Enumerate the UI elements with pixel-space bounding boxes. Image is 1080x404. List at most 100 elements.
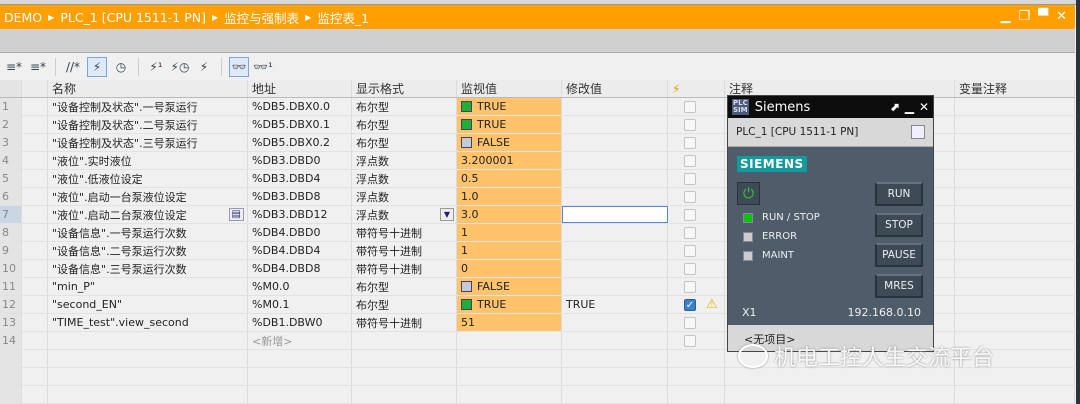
display-format[interactable]: 布尔型 [352,116,457,133]
tag-name[interactable]: "second_EN" [48,296,248,313]
modify-checkbox[interactable] [684,208,696,221]
tag-address[interactable]: %DB4.DBD0 [248,224,352,241]
modify-now-icon[interactable]: ⚡¹ [146,57,166,77]
restore-icon[interactable]: ❐ [1018,9,1030,24]
display-format[interactable]: 布尔型 [352,296,457,313]
modify-checkbox[interactable] [684,100,696,113]
add-row-icon[interactable]: ≡* [28,57,48,77]
tag-name[interactable]: "液位".启动一台泵液位设定 [48,188,248,205]
minimize-icon[interactable]: ▁ [1000,9,1010,24]
tag-address[interactable]: %DB1.DBW0 [248,314,352,331]
breadcrumb-folder[interactable]: 监控与强制表 [224,8,299,27]
tag-browse-icon[interactable]: ▤ [228,208,244,221]
header-address[interactable]: 地址 [248,80,352,97]
modify-value-input[interactable] [562,332,668,349]
tag-name[interactable]: "min_P" [48,278,248,295]
pause-button[interactable]: PAUSE [875,243,923,267]
tag-comment[interactable] [955,314,1075,331]
modify-checkbox[interactable] [684,244,696,257]
tag-comment[interactable] [955,152,1075,169]
tag-address[interactable]: %DB5.DBX0.1 [248,116,352,133]
tag-name[interactable]: "设备控制及状态".一号泵运行 [48,98,248,115]
display-format[interactable]: 带符号十进制 [352,242,457,259]
monitor-all-icon[interactable]: 👓 [229,57,249,77]
tag-address[interactable]: %DB3.DBD12 [248,206,352,223]
minimize-icon[interactable]: ▁ [905,100,914,114]
modify-value-input[interactable] [562,98,668,115]
tag-address[interactable]: %DB3.DBD4 [248,170,352,187]
tag-comment[interactable] [955,188,1075,205]
insert-row-icon[interactable]: ≡* [4,57,24,77]
tag-address[interactable]: %DB3.DBD8 [248,188,352,205]
tag-comment[interactable] [955,170,1075,187]
show-force-columns-icon[interactable]: ⚡ [87,57,107,77]
modify-value-input[interactable] [562,188,668,205]
header-modify-flag[interactable]: ⚡ [668,80,725,97]
display-format[interactable]: 布尔型 [352,134,457,151]
display-format[interactable]: 带符号十进制 [352,224,457,241]
tag-comment[interactable] [955,134,1075,151]
modify-checkbox[interactable] [684,172,696,185]
modify-checkbox[interactable] [684,334,696,347]
modify-value-input[interactable] [562,224,668,241]
expand-icon[interactable]: ⬈ [890,100,900,114]
close-icon[interactable]: ✕ [1056,9,1067,24]
tag-address[interactable]: %DB3.DBD0 [248,152,352,169]
modify-value-input[interactable] [562,278,668,295]
tag-name[interactable]: "液位".实时液位 [48,152,248,169]
header-name[interactable]: 名称 [48,80,248,97]
modify-value-input[interactable] [562,134,668,151]
display-format[interactable]: 浮点数 [352,152,457,169]
tag-address[interactable]: %DB5.DBX0.0 [248,98,352,115]
tag-name[interactable] [48,332,248,349]
modify-value-input[interactable] [562,152,668,169]
tag-address[interactable]: %M0.0 [248,278,352,295]
tag-name[interactable]: "液位".低液位设定 [48,170,248,187]
monitor-once-icon[interactable]: 👓¹ [253,57,273,77]
maximize-icon[interactable]: ▀ [1038,9,1048,24]
modify-checkbox[interactable]: ✓ [684,298,696,311]
tag-comment[interactable] [955,116,1075,133]
modify-value-input[interactable]: TRUE [562,296,668,313]
modify-checkbox[interactable] [684,118,696,131]
modify-value-input[interactable] [562,260,668,277]
tag-name[interactable]: "设备信息".三号泵运行次数 [48,260,248,277]
mres-button[interactable]: MRES [875,274,923,298]
tag-name[interactable]: "液位".启动二台泵液位设定 ▤ [48,206,248,223]
run-button[interactable]: RUN [875,182,923,206]
modify-value-input[interactable] [562,170,668,187]
tag-address[interactable]: <新增> [248,332,352,349]
modify-checkbox[interactable] [684,136,696,149]
tag-name[interactable]: "设备控制及状态".三号泵运行 [48,134,248,151]
tag-name[interactable]: "TIME_test".view_second [48,314,248,331]
modify-checkbox[interactable] [684,226,696,239]
switch-view-icon[interactable] [911,125,925,139]
modify-trigger-icon[interactable]: ⚡◷ [170,57,190,77]
display-format[interactable]: 浮点数 ▼ [352,206,457,223]
modify-value-input[interactable] [562,206,668,223]
tag-address[interactable]: %DB5.DBX0.2 [248,134,352,151]
display-format[interactable]: 浮点数 [352,188,457,205]
tag-comment[interactable] [955,206,1075,223]
tag-name[interactable]: "设备控制及状态".二号泵运行 [48,116,248,133]
display-format[interactable]: 布尔型 [352,98,457,115]
force-icon[interactable]: ⚡ [194,57,214,77]
insert-comment-row-icon[interactable]: //* [63,57,83,77]
tag-comment[interactable] [955,242,1075,259]
plcsim-titlebar[interactable]: PLC SIM Siemens ⬈ ▁ ✕ [728,96,933,118]
tag-address[interactable]: %DB4.DBD4 [248,242,352,259]
header-tag-comment[interactable]: 变量注释 [955,80,1075,97]
modify-checkbox[interactable] [684,262,696,275]
modify-checkbox[interactable] [684,316,696,329]
close-icon[interactable]: ✕ [919,100,929,114]
show-trigger-icon[interactable]: ◷ [111,57,131,77]
breadcrumb-project[interactable]: DEMO [4,10,42,25]
tag-address[interactable]: %DB4.DBD8 [248,260,352,277]
breadcrumb-plc[interactable]: PLC_1 [CPU 1511-1 PN] [60,10,206,25]
modify-checkbox[interactable] [684,190,696,203]
header-monitor-value[interactable]: 监视值 [457,80,562,97]
dropdown-chevron-icon[interactable]: ▼ [439,208,454,221]
tag-address[interactable]: %M0.1 [248,296,352,313]
modify-checkbox[interactable] [684,280,696,293]
display-format[interactable]: 浮点数 [352,170,457,187]
